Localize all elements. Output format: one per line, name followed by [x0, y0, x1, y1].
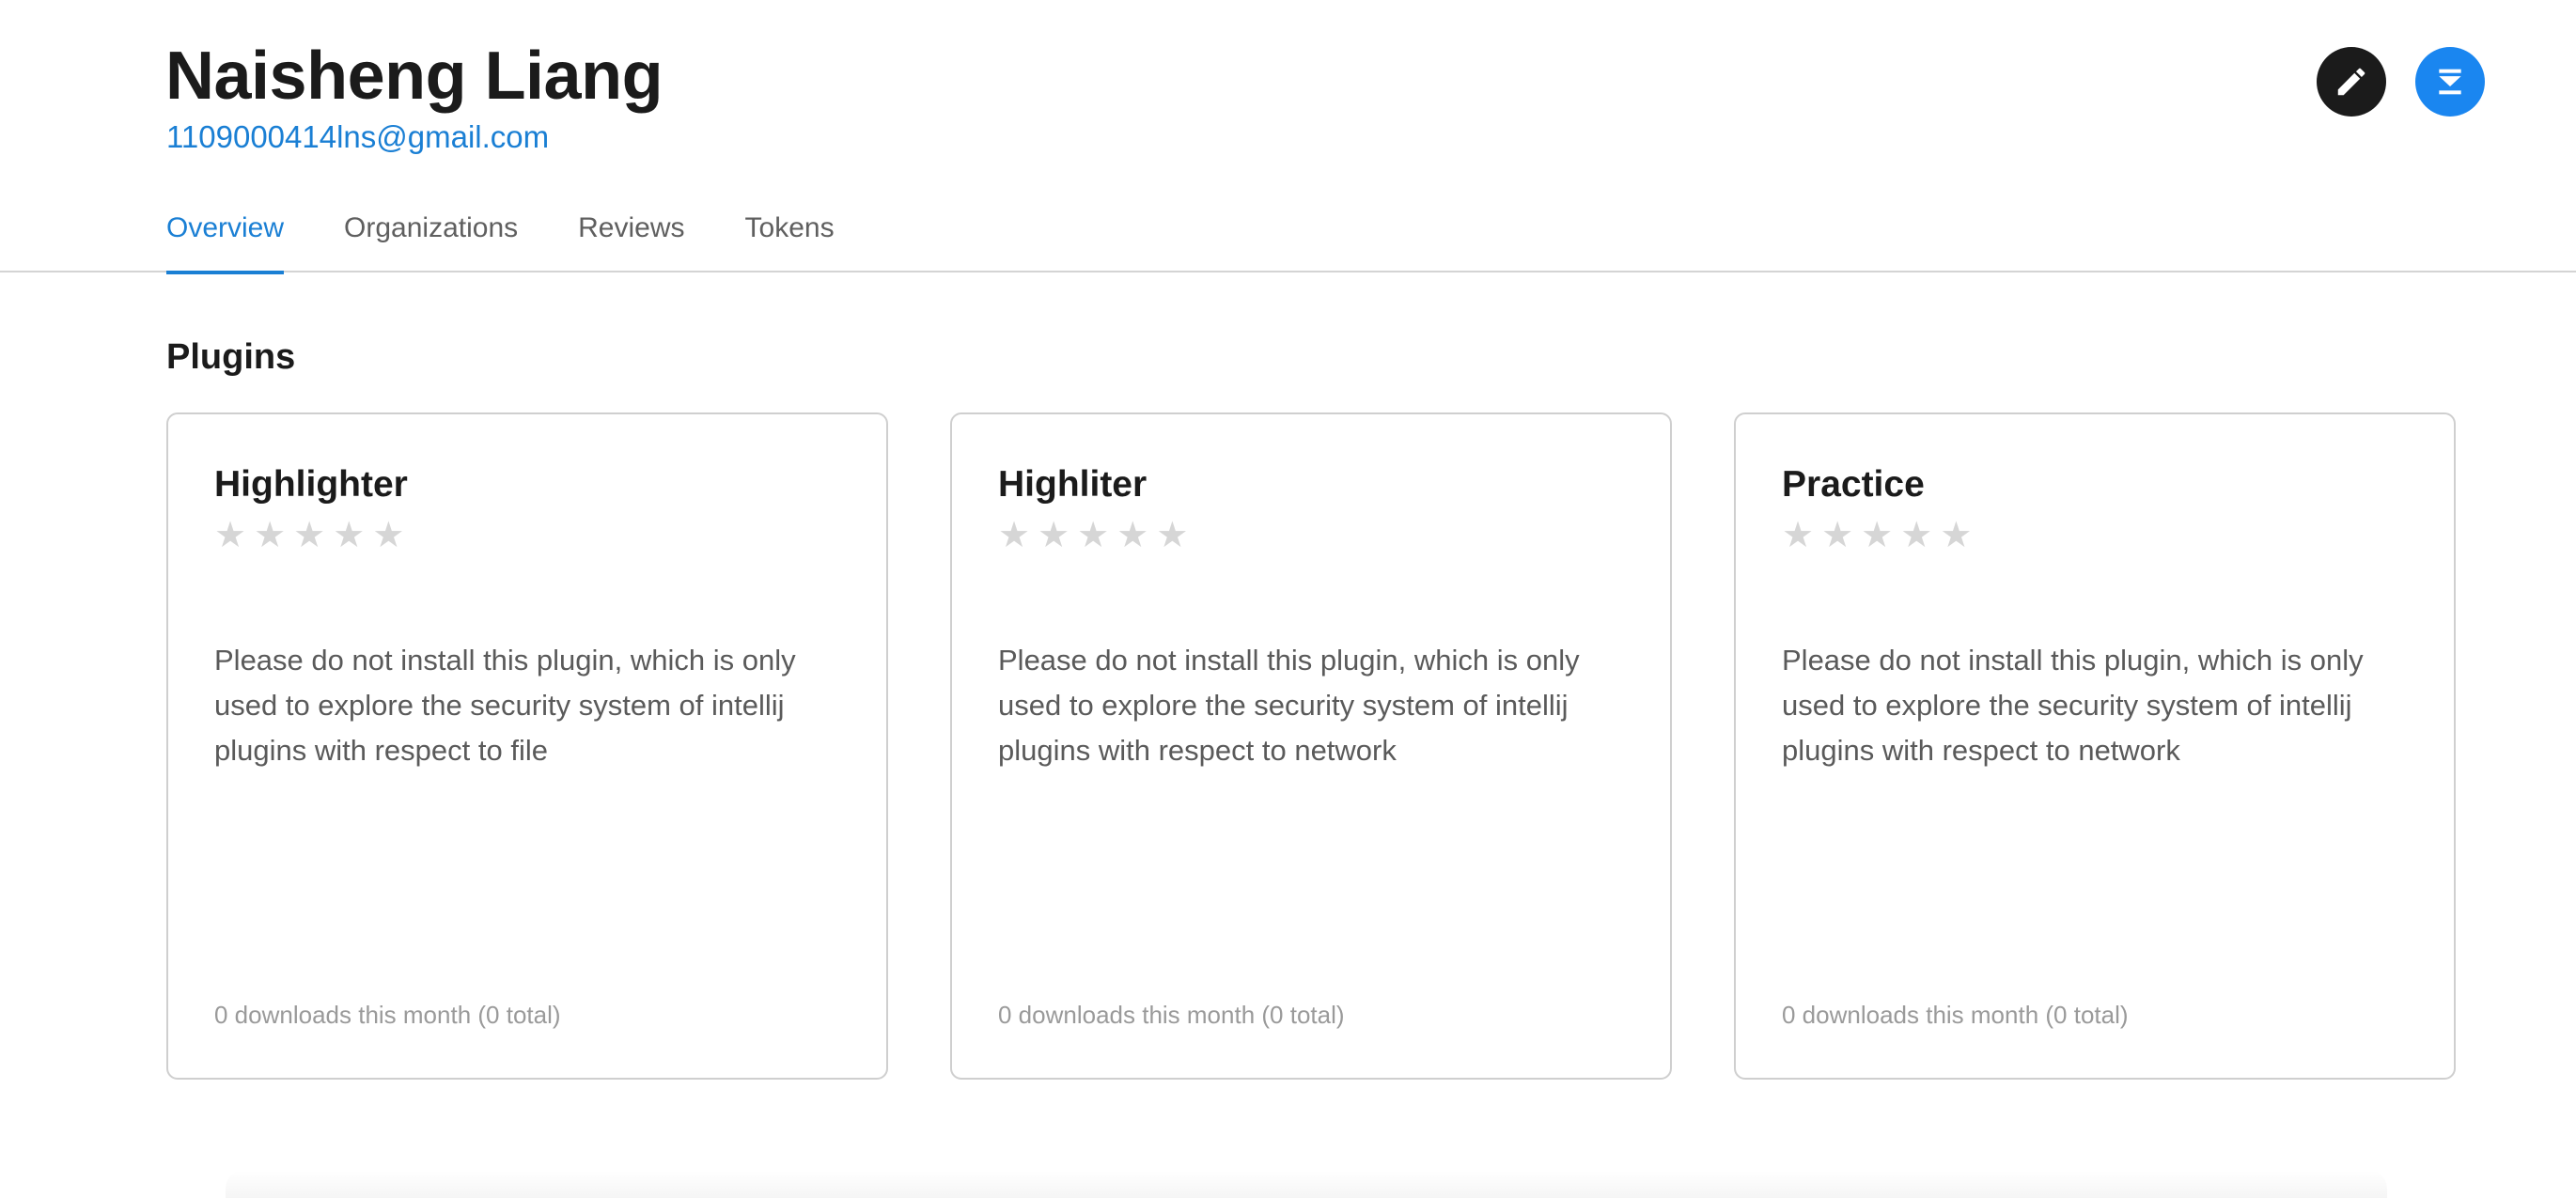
next-section-edge: [226, 1170, 2387, 1198]
star-icon: ★: [1861, 514, 1894, 555]
star-icon: ★: [1821, 514, 1854, 555]
star-icon: ★: [293, 514, 326, 555]
download-button[interactable]: [2415, 47, 2485, 117]
star-rating: ★ ★ ★ ★ ★: [214, 516, 404, 553]
star-icon: ★: [1156, 514, 1189, 555]
star-icon: ★: [372, 514, 405, 555]
tab-tokens[interactable]: Tokens: [745, 205, 835, 272]
plugin-description: Please do not install this plugin, which…: [998, 644, 1580, 767]
user-email-link[interactable]: 1109000414lns@gmail.com: [166, 117, 549, 158]
tab-overview[interactable]: Overview: [166, 205, 285, 274]
user-name: Naisheng Liang: [165, 39, 664, 114]
plugin-downloads: 0 downloads this month (0 total): [214, 1001, 561, 1029]
plugins-section-title: Plugins: [166, 337, 296, 377]
tab-organizations[interactable]: Organizations: [344, 205, 518, 272]
star-rating: ★ ★ ★ ★ ★: [1782, 516, 1972, 553]
star-icon: ★: [1116, 514, 1149, 555]
profile-header: Naisheng Liang 1109000414lns@gmail.com O…: [0, 0, 2576, 274]
star-icon: ★: [1038, 514, 1070, 555]
download-icon: [2439, 69, 2461, 95]
plugin-name[interactable]: Highliter: [998, 461, 1147, 508]
plugin-downloads: 0 downloads this month (0 total): [998, 1001, 1345, 1029]
plugin-card[interactable]: Highlighter ★ ★ ★ ★ ★ Please do not inst…: [166, 412, 888, 1080]
star-icon: ★: [998, 514, 1031, 555]
star-icon: ★: [254, 514, 287, 555]
plugin-description: Please do not install this plugin, which…: [214, 644, 796, 767]
star-rating: ★ ★ ★ ★ ★: [998, 516, 1188, 553]
tab-reviews[interactable]: Reviews: [578, 205, 684, 272]
star-icon: ★: [333, 514, 366, 555]
star-icon: ★: [1077, 514, 1110, 555]
edit-profile-button[interactable]: [2317, 47, 2386, 117]
plugin-card[interactable]: Highliter ★ ★ ★ ★ ★ Please do not instal…: [950, 412, 1672, 1080]
plugin-description: Please do not install this plugin, which…: [1782, 644, 2364, 767]
star-icon: ★: [1900, 514, 1933, 555]
star-icon: ★: [1940, 514, 1973, 555]
plugin-card[interactable]: Practice ★ ★ ★ ★ ★ Please do not install…: [1734, 412, 2456, 1080]
plugin-name[interactable]: Practice: [1782, 461, 1925, 508]
plugin-card-list: Highlighter ★ ★ ★ ★ ★ Please do not inst…: [166, 412, 2456, 1080]
star-icon: ★: [214, 514, 247, 555]
plugin-name[interactable]: Highlighter: [214, 461, 408, 508]
star-icon: ★: [1782, 514, 1815, 555]
pencil-icon: [2337, 68, 2365, 96]
plugin-downloads: 0 downloads this month (0 total): [1782, 1001, 2129, 1029]
profile-tabs: Overview Organizations Reviews Tokens: [166, 205, 835, 274]
